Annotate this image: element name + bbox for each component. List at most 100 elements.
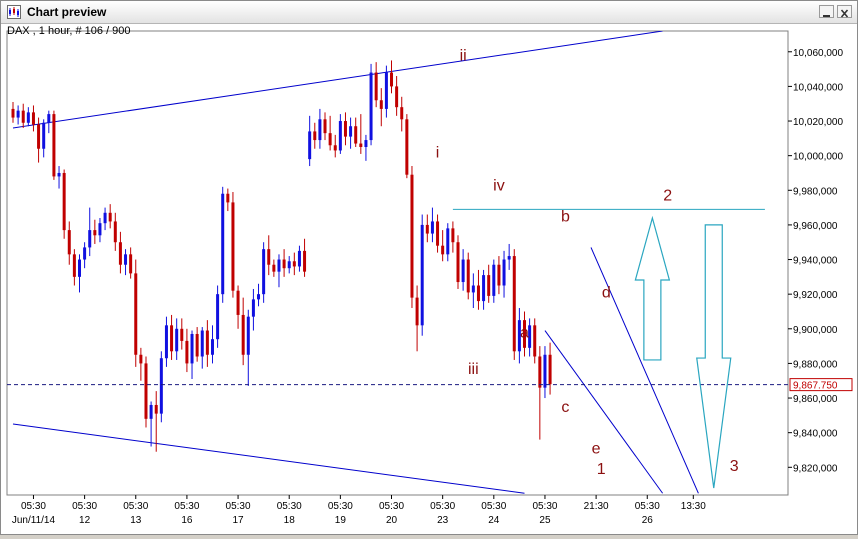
candle-body <box>308 131 312 160</box>
x-tick-label-time: 05:30 <box>430 501 455 512</box>
candle-body <box>313 131 317 141</box>
y-tick-label: 9,920,000 <box>793 290 838 301</box>
minimize-icon <box>823 15 830 17</box>
candle-body <box>502 259 506 286</box>
candle-body <box>471 285 475 293</box>
y-tick-label: 9,840,000 <box>793 429 838 440</box>
x-tick-label-time: 05:30 <box>277 501 302 512</box>
wave-label: a <box>520 324 529 341</box>
x-tick-label-date: 26 <box>642 515 654 526</box>
candle-body <box>548 354 552 385</box>
y-tick-label: 9,900,000 <box>793 325 838 336</box>
x-tick-label-date: 25 <box>539 515 551 526</box>
candle-body <box>420 224 424 326</box>
x-tick-label-time: 05:30 <box>21 501 46 512</box>
candle-body <box>31 112 35 125</box>
price-chart: DAX , 1 hour, # 106 / 900 9,820,000 9,840,… <box>6 25 853 526</box>
candle-body <box>436 221 440 246</box>
candle-body <box>98 223 102 236</box>
candle-body <box>487 275 491 296</box>
x-tick-label-date: 24 <box>488 515 500 526</box>
wave-label: ii <box>460 47 467 64</box>
candle-body <box>37 124 41 149</box>
candle-body <box>338 121 342 151</box>
candle-body <box>200 330 204 357</box>
candle-body <box>108 212 112 222</box>
candle-body <box>21 110 25 123</box>
candle-body <box>129 254 133 274</box>
candle-body <box>195 333 199 357</box>
y-tick-label: 10,040,000 <box>793 82 843 93</box>
candle-body <box>374 72 378 101</box>
candle-body <box>287 261 291 269</box>
x-tick-label-date: 13 <box>130 515 142 526</box>
candle-body <box>333 145 337 151</box>
chart-app-icon <box>7 5 21 19</box>
wave-label: c <box>561 399 569 416</box>
candle-body <box>359 143 363 147</box>
x-tick-label-date: 17 <box>232 515 244 526</box>
candle-body <box>343 121 347 137</box>
x-tick-label-time: 05:30 <box>379 501 404 512</box>
candle-body <box>93 230 97 236</box>
candle-body <box>364 140 368 147</box>
wave-label: 3 <box>730 458 739 475</box>
y-tick-label: 9,980,000 <box>793 186 838 197</box>
wave-label: b <box>561 208 570 225</box>
candle-body <box>507 256 511 260</box>
x-tick-label-time: 05:30 <box>328 501 353 512</box>
y-tick-label: 9,960,000 <box>793 221 838 232</box>
candle-body <box>267 249 271 265</box>
candle-body <box>77 259 81 277</box>
candle-body <box>282 259 286 269</box>
x-tick-label-date: 19 <box>335 515 347 526</box>
candle-body <box>210 339 214 355</box>
title-bar[interactable]: Chart preview <box>1 1 857 24</box>
candle-body <box>425 224 429 234</box>
candle-body <box>52 114 56 177</box>
y-tick-label: 10,000,000 <box>793 152 843 163</box>
x-tick-label-date: 23 <box>437 515 449 526</box>
chart-title: DAX , 1 hour, # 106 / 900 <box>7 25 131 37</box>
candle-body <box>118 242 122 265</box>
candle-body <box>241 314 245 355</box>
candle-body <box>543 354 547 388</box>
x-tick-label-time: 05:30 <box>481 501 506 512</box>
close-icon <box>840 9 849 18</box>
candle-body <box>354 126 358 144</box>
candle-body <box>349 126 353 137</box>
candle-body <box>369 72 373 141</box>
close-button[interactable] <box>837 5 852 18</box>
candle-body <box>149 404 153 419</box>
candle-body <box>154 404 158 414</box>
candle-body <box>512 256 516 352</box>
candle-body <box>226 193 230 203</box>
chart-area: DAX , 1 hour, # 106 / 900 9,820,000 9,840,… <box>1 24 857 539</box>
candle-body <box>103 212 107 224</box>
candle-body <box>446 228 450 255</box>
candle-body <box>47 114 51 123</box>
candle-body <box>538 356 542 388</box>
candle-body <box>113 221 117 243</box>
candle-body <box>533 325 537 357</box>
x-tick-label-date: 20 <box>386 515 398 526</box>
x-tick-label-time: 05:30 <box>532 501 557 512</box>
candle-body <box>400 107 404 120</box>
current-price-label: 9,867.750 <box>793 381 838 392</box>
candle-body <box>221 193 225 295</box>
candle-body <box>410 174 414 298</box>
y-tick-label: 10,020,000 <box>793 117 843 128</box>
candle-body <box>72 254 76 277</box>
minimize-button[interactable] <box>819 5 834 18</box>
candle-body <box>134 273 138 355</box>
x-tick-label-time: 05:30 <box>635 501 660 512</box>
x-tick-label-time: 13:30 <box>681 501 706 512</box>
x-tick-label-date: 16 <box>181 515 193 526</box>
window-title: Chart preview <box>27 5 107 19</box>
wave-label: 1 <box>597 461 606 478</box>
y-tick-label: 9,940,000 <box>793 256 838 267</box>
candle-body <box>461 259 465 283</box>
candle-body <box>405 119 409 175</box>
candle-body <box>318 119 322 141</box>
candle-body <box>16 110 20 118</box>
